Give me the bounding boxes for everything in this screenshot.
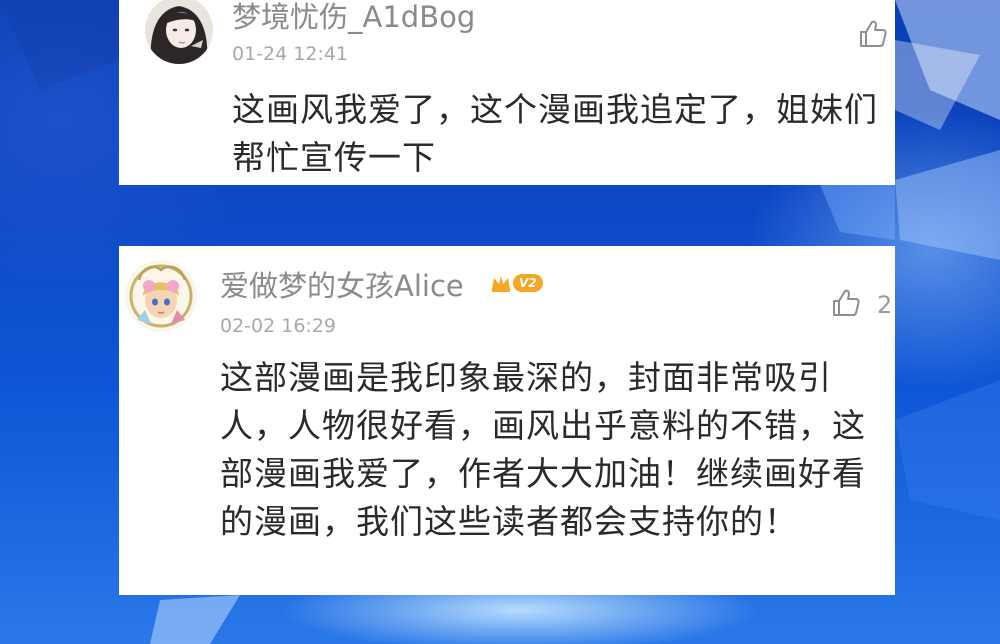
avatar[interactable] bbox=[145, 0, 213, 64]
like-count: 2 bbox=[877, 291, 893, 319]
vip-level: V2 bbox=[513, 274, 543, 292]
comment-card: 爱做梦的女孩Alice V2 02-02 16:29 2 这部漫画是我印象最深的… bbox=[119, 246, 895, 595]
username[interactable]: 爱做梦的女孩Alice bbox=[220, 269, 464, 303]
timestamp: 01-24 12:41 bbox=[232, 43, 349, 65]
avatar-image bbox=[125, 260, 197, 332]
avatar-image bbox=[145, 0, 213, 64]
thumbs-up-icon[interactable] bbox=[857, 18, 889, 50]
vip-badge: V2 bbox=[490, 273, 543, 293]
crown-icon bbox=[492, 276, 510, 292]
comment-text: 这部漫画是我印象最深的，封面非常吸引人，人物很好看，画风出乎意料的不错，这部漫画… bbox=[220, 358, 866, 541]
username[interactable]: 梦境忧伤_A1dBog bbox=[232, 0, 475, 34]
comment-card: 梦境忧伤_A1dBog 01-24 12:41 这画风我爱了，这个漫画我追定了，… bbox=[119, 0, 895, 185]
thumbs-up-icon[interactable] bbox=[830, 287, 862, 319]
avatar[interactable] bbox=[125, 260, 197, 332]
comment-text: 这画风我爱了，这个漫画我追定了，姐妹们帮忙宣传一下 bbox=[232, 90, 878, 177]
comment-screen: { "comments": [ { "username": "梦境忧伤_A1dB… bbox=[0, 0, 1000, 644]
timestamp: 02-02 16:29 bbox=[220, 315, 337, 337]
